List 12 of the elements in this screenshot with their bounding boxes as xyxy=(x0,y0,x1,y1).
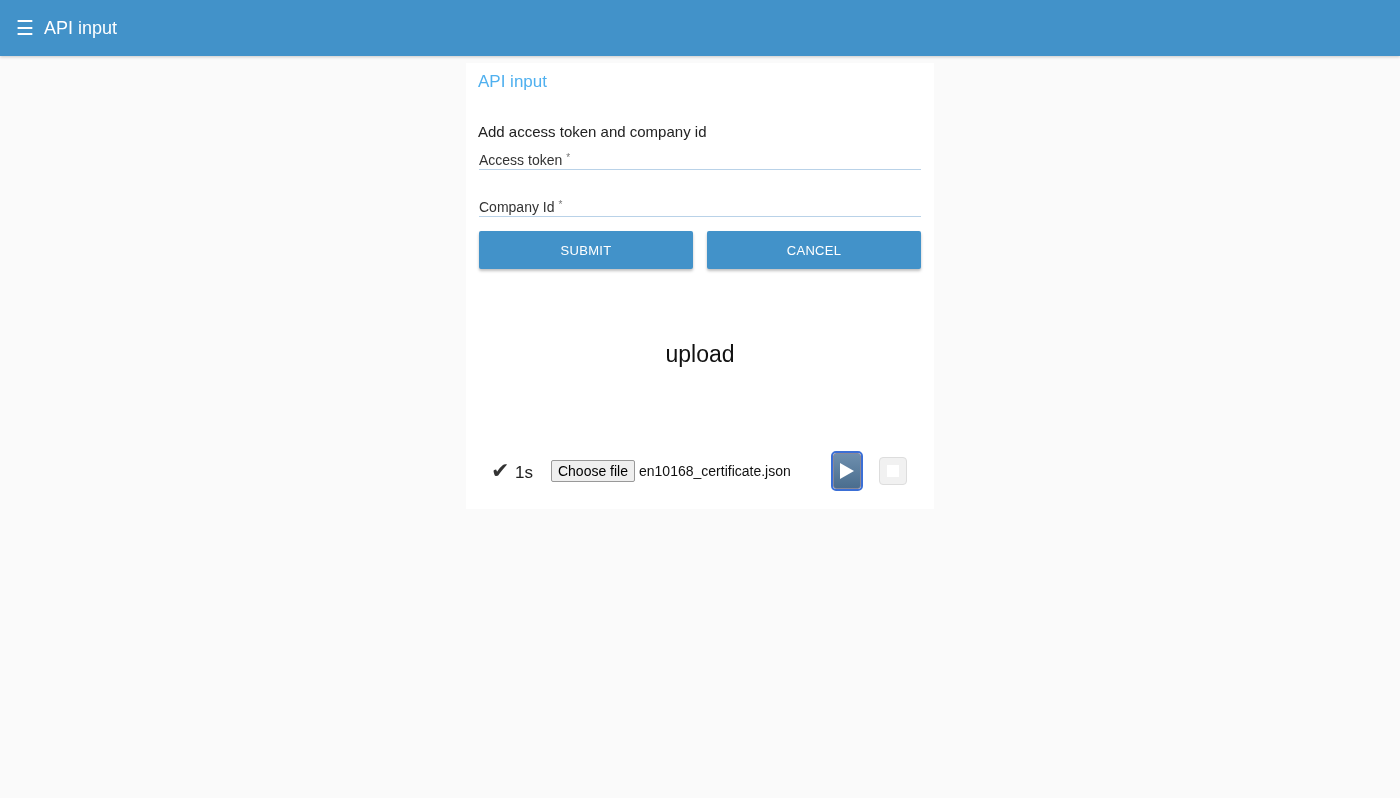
input-field[interactable]: Company Id * xyxy=(479,199,921,217)
app-title: API input xyxy=(44,17,118,39)
elapsed-time: 1s xyxy=(515,463,533,483)
play-icon xyxy=(838,462,855,480)
upload-title: upload xyxy=(664,341,736,368)
file-name: en10168_certificate.json xyxy=(639,463,791,479)
choose-file-button[interactable]: Choose file xyxy=(550,460,635,482)
check-icon: ✔ xyxy=(491,458,509,484)
card-title: API input xyxy=(478,72,548,92)
form-heading: Add access token and company id xyxy=(478,123,708,140)
input-field[interactable]: Access token * xyxy=(479,152,921,170)
play-button[interactable] xyxy=(832,453,861,489)
